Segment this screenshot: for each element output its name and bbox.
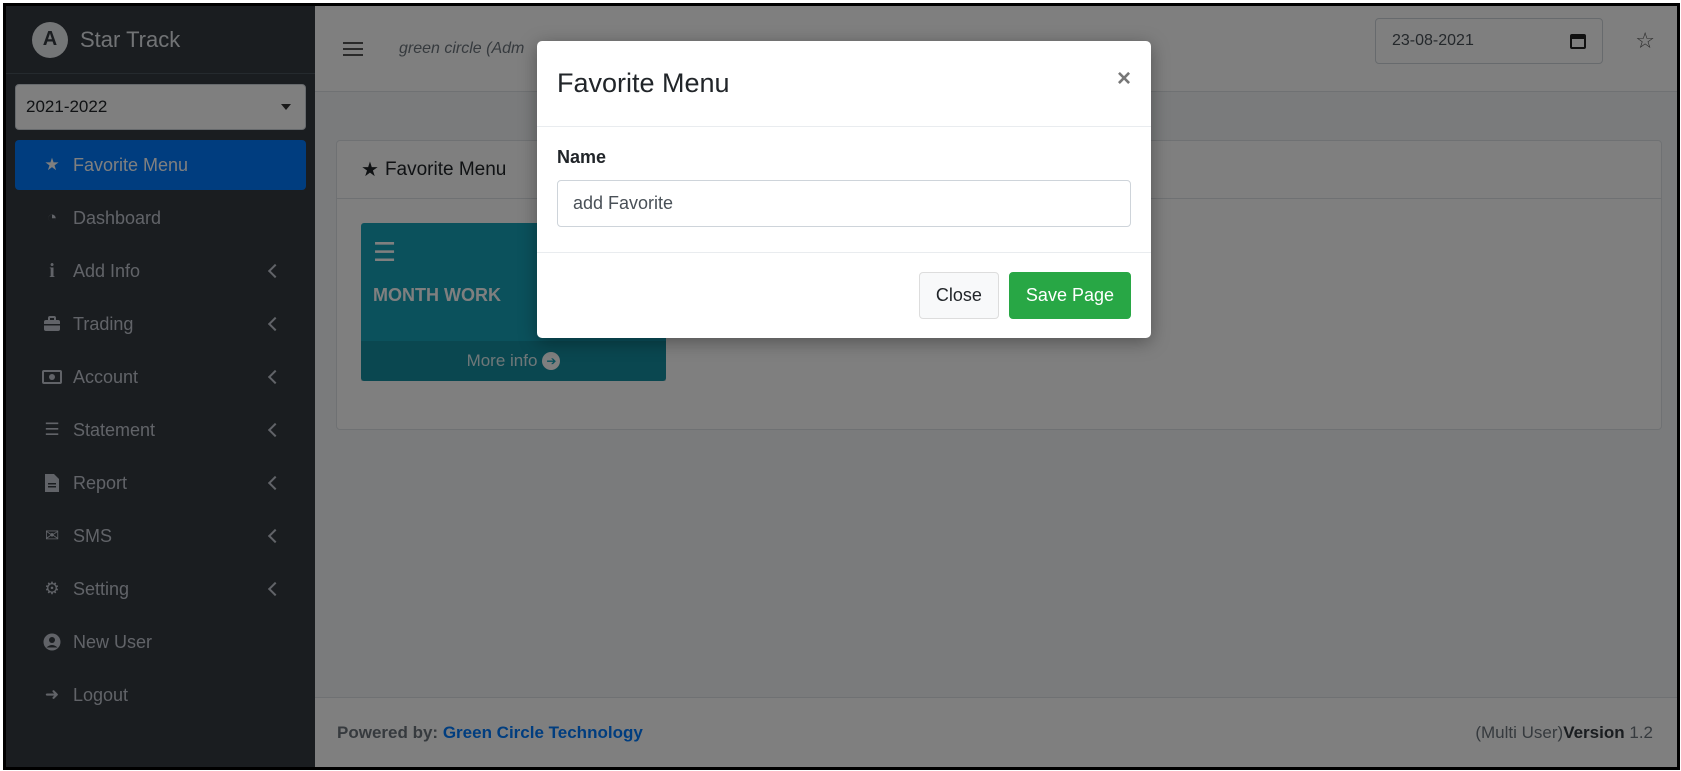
- modal-header: Favorite Menu ×: [537, 41, 1151, 127]
- close-button[interactable]: Close: [918, 272, 999, 319]
- app-window: A Star Track 2021-2022 ★ Favorite Menu ◔…: [3, 3, 1680, 770]
- modal-footer: Close Save Page: [537, 253, 1151, 338]
- save-page-button[interactable]: Save Page: [1008, 272, 1131, 319]
- name-label: Name: [557, 147, 607, 167]
- modal-body: Name: [537, 127, 1151, 253]
- name-input[interactable]: [557, 180, 1131, 227]
- close-icon[interactable]: ×: [1117, 65, 1131, 93]
- favorite-menu-modal: Favorite Menu × Name Close Save Page: [537, 41, 1151, 338]
- modal-title: Favorite Menu: [557, 68, 730, 98]
